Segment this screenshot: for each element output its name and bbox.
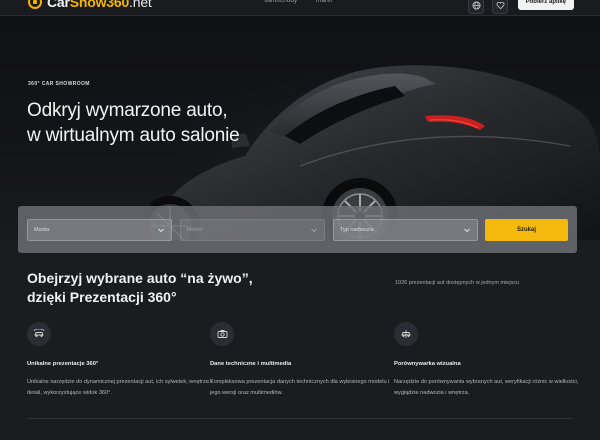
car-search-bar: Marka Model Typ nadwozia Szukaj (18, 206, 577, 253)
site-logo[interactable]: CarShow360.net (28, 0, 152, 10)
compare-car-icon (401, 330, 411, 338)
feature-title: Dane techniczne i multimedia (210, 361, 292, 367)
top-header: CarShow360.net samochody marki Pobierz a… (0, 0, 600, 16)
feature-card-compare: Porównywarka wizualna Narzędzie do porów… (394, 322, 578, 396)
intro-title-line-2: dzięki Prezentacji 360° (27, 289, 177, 305)
favorites-button[interactable] (492, 0, 508, 14)
hero-title: Odkryj wymarzone auto, w wirtualnym auto… (27, 98, 240, 148)
feature-title: Unikalne prezentacje 360° (27, 361, 99, 367)
nav-item-marki[interactable]: marki (316, 0, 332, 4)
logo-text-prefix: Car (47, 0, 70, 10)
logo-text-tld: .net (129, 0, 152, 10)
body-type-select[interactable]: Typ nadwozia (333, 219, 478, 241)
heart-icon (496, 1, 504, 9)
logo-icon (28, 0, 42, 9)
feature-card-360: Unikalne prezentacje 360° Unikalne narzę… (27, 322, 212, 396)
chevron-down-icon (311, 228, 317, 233)
camera-icon (217, 330, 227, 338)
feature-description: Narzędzie do porównywania wybranych aut,… (394, 379, 579, 396)
nav-item-samochody[interactable]: samochody (264, 0, 297, 4)
presentations-count: 1026 prezentacji aut dostępnych w jednym… (395, 280, 520, 286)
hero-kicker: 360° CAR SHOWROOM (28, 81, 90, 87)
model-select-label: Model (187, 227, 202, 233)
download-app-button[interactable]: Pobierz aplikę (517, 0, 574, 10)
logo-text-accent: Show360 (69, 0, 130, 10)
brand-select-label: Marka (34, 227, 50, 233)
search-button[interactable]: Szukaj (485, 219, 568, 241)
hero-title-line-1: Odkryj wymarzone auto, (27, 100, 228, 121)
feature-title: Porównywarka wizualna (394, 361, 461, 367)
language-button[interactable] (468, 0, 484, 14)
feature-description: Unikalne narzędzie do dynamicznej prezen… (27, 379, 212, 396)
brand-select[interactable]: Marka (27, 219, 172, 241)
section-divider (27, 418, 573, 419)
body-type-select-label: Typ nadwozia (340, 227, 374, 233)
intro-title: Obejrzyj wybrane auto “na żywo”, dzięki … (27, 269, 253, 307)
model-select[interactable]: Model (180, 219, 325, 241)
intro-title-line-1: Obejrzyj wybrane auto “na żywo”, (27, 270, 253, 286)
globe-icon (471, 0, 481, 10)
car-360-icon (33, 329, 45, 337)
feature-card-technical: Dane techniczne i multimedia Kompleksowa… (210, 322, 390, 396)
feature-description: Kompleksowa prezentacja danych techniczn… (210, 379, 390, 396)
chevron-down-icon (158, 228, 164, 233)
hero-title-line-2: w wirtualnym auto salonie (27, 125, 240, 146)
chevron-down-icon (464, 228, 470, 233)
